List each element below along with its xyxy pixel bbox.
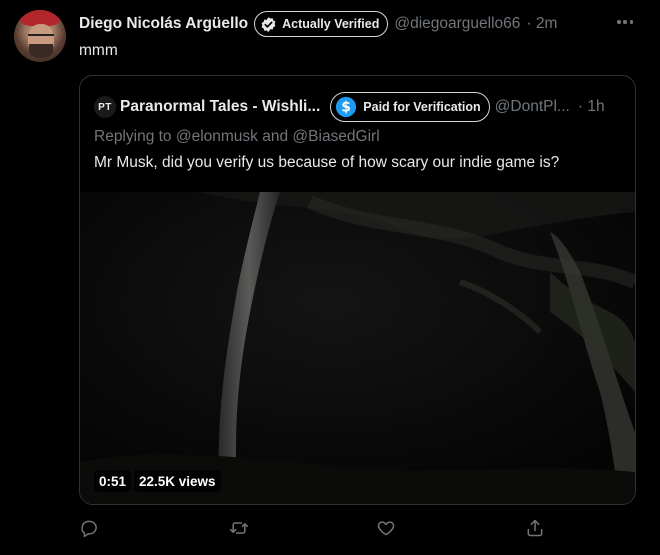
quoted-tweet[interactable]: PT Paranormal Tales - Wishli... $ Paid f… xyxy=(79,75,636,505)
tweet-actions xyxy=(79,518,549,540)
replying-and: and xyxy=(257,128,293,145)
quote-avatar[interactable]: PT xyxy=(94,96,116,118)
mention-biasedgirl[interactable]: @BiasedGirl xyxy=(292,128,379,145)
video-player[interactable]: 0:51 22.5K views xyxy=(80,192,635,504)
avatar-beard xyxy=(29,44,53,58)
video-views: 22.5K views xyxy=(134,470,221,492)
quote-time[interactable]: · 1h xyxy=(578,98,605,116)
quote-author-handle[interactable]: @DontPl... xyxy=(495,98,570,116)
video-duration: 0:51 xyxy=(94,470,132,492)
reply-icon[interactable] xyxy=(79,518,101,540)
author-name[interactable]: Diego Nicolás Argüello xyxy=(79,15,248,33)
like-icon[interactable] xyxy=(376,518,398,540)
svg-text:$: $ xyxy=(341,100,351,116)
avatar-glasses xyxy=(28,34,54,40)
author-handle[interactable]: @diegoarguello66 xyxy=(394,15,520,33)
tweet-text: mmm xyxy=(79,42,118,59)
quote-header: PT Paranormal Tales - Wishli... $ Paid f… xyxy=(94,92,605,122)
dollar-coin-icon: $ xyxy=(336,96,357,118)
quote-text: Mr Musk, did you verify us because of ho… xyxy=(94,154,560,171)
tweet-time[interactable]: · 2m xyxy=(526,15,557,33)
more-icon[interactable] xyxy=(614,12,636,32)
quote-author-name[interactable]: Paranormal Tales - Wishli... xyxy=(120,98,320,116)
retweet-icon[interactable] xyxy=(229,518,251,540)
author-avatar[interactable] xyxy=(14,10,66,62)
verified-badge-label: Actually Verified xyxy=(282,17,380,31)
paid-verification-label: Paid for Verification xyxy=(363,100,481,114)
replying-to: Replying to @elonmusk and @BiasedGirl xyxy=(94,128,380,146)
share-icon[interactable] xyxy=(525,518,547,540)
tweet-header: Diego Nicolás Argüello Actually Verified… xyxy=(79,11,557,37)
replying-prefix: Replying to xyxy=(94,128,176,145)
mention-elonmusk[interactable]: @elonmusk xyxy=(176,128,258,145)
paid-verification-badge[interactable]: $ Paid for Verification xyxy=(330,92,490,122)
video-frame xyxy=(80,192,635,504)
verified-check-icon xyxy=(261,16,276,32)
tweet[interactable]: Diego Nicolás Argüello Actually Verified… xyxy=(0,0,660,555)
verified-badge[interactable]: Actually Verified xyxy=(254,11,389,37)
